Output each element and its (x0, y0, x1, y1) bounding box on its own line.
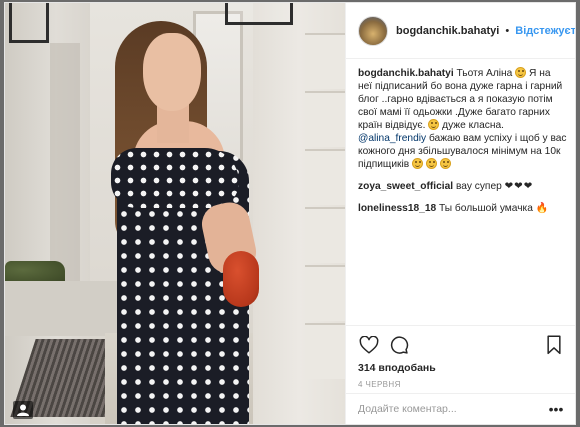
photo-steps (5, 281, 135, 336)
comment-text: вау супер (455, 181, 502, 192)
photo-lamp-left (9, 3, 49, 43)
action-icons (358, 332, 565, 358)
post-card: bogdanchik.bahatyi • Відстежується bogda… (4, 2, 576, 425)
comment-text: Ты большой умачка (439, 203, 533, 214)
list-item: loneliness18_18 Ты большой умачка 🔥 (358, 202, 567, 215)
caption-comment: bogdanchik.bahatyi Тьотя Аліна Я на неї … (358, 67, 567, 171)
photo-dress-ruffle (111, 148, 239, 208)
likes-count[interactable]: 314 вподобань (358, 362, 565, 374)
post-photo[interactable] (5, 3, 345, 424)
carousel-icon (13, 401, 33, 419)
photo-wall-block (305, 33, 345, 89)
comment-text: Тьотя Аліна (456, 68, 513, 79)
comments-list[interactable]: bogdanchik.bahatyi Тьотя Аліна Я на неї … (346, 63, 575, 314)
smile-emoji-icon (411, 158, 423, 169)
photo-wall-block (305, 91, 345, 147)
following-button[interactable]: Відстежується (515, 25, 575, 37)
photo-wall-block (305, 323, 345, 379)
avatar[interactable] (358, 15, 388, 46)
like-button[interactable] (358, 334, 380, 356)
smile-emoji-icon (439, 158, 451, 169)
smile-emoji-icon (428, 119, 440, 130)
comment-icon (390, 336, 409, 354)
header-username[interactable]: bogdanchik.bahatyi (396, 25, 499, 37)
smile-emoji-icon (515, 67, 527, 78)
photo-hedge (5, 261, 65, 283)
more-options-button[interactable]: ••• (547, 400, 565, 418)
comment-username[interactable]: loneliness18_18 (358, 203, 436, 214)
photo-lamp-right (225, 3, 293, 25)
bookmark-icon (547, 335, 561, 355)
post-date[interactable]: 4 червня (358, 380, 565, 389)
comment-username[interactable]: bogdanchik.bahatyi (358, 68, 454, 79)
mention-link[interactable]: @alina_frendiy (358, 133, 426, 144)
photo-red-bag (223, 251, 259, 307)
header-text: bogdanchik.bahatyi • Відстежується (396, 24, 575, 37)
smile-emoji-icon (425, 158, 437, 169)
photo-woman-face (143, 33, 201, 111)
save-button[interactable] (543, 334, 565, 356)
photo-wall-block (305, 265, 345, 321)
post-actions: 314 вподобань 4 червня (346, 325, 575, 389)
comment-username[interactable]: zoya_sweet_official (358, 181, 453, 192)
add-comment-bar: ••• (346, 393, 575, 424)
photo-column (50, 43, 80, 283)
comment-text: дуже класна. (442, 120, 504, 131)
photo-wall-block (305, 207, 345, 263)
comment-button[interactable] (388, 334, 410, 356)
hearts-emoji: ❤❤❤ (504, 181, 534, 192)
list-item: zoya_sweet_official вау супер ❤❤❤ (358, 180, 567, 193)
post-header: bogdanchik.bahatyi • Відстежується (346, 3, 575, 59)
photo-wall-block (305, 149, 345, 205)
comment-input[interactable] (358, 403, 547, 415)
heart-icon (359, 336, 379, 354)
post-sidebar: bogdanchik.bahatyi • Відстежується bogda… (345, 3, 575, 424)
fire-emoji: 🔥 (535, 203, 549, 214)
header-separator: • (505, 24, 510, 37)
